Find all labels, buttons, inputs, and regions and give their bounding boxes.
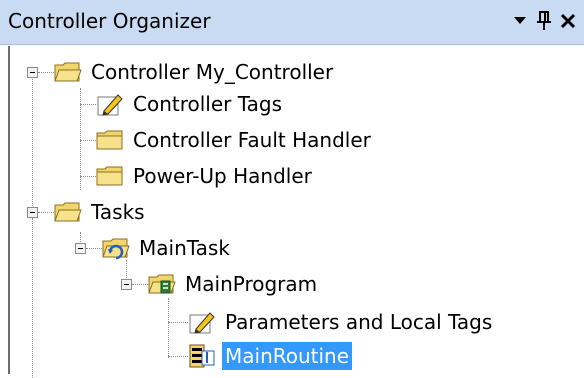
tree-connector <box>168 298 169 358</box>
folder-icon <box>96 166 123 186</box>
open-folder-icon <box>54 202 82 222</box>
tree-connector <box>80 176 96 177</box>
collapse-toggle-maintask[interactable] <box>75 243 86 254</box>
close-button[interactable] <box>556 7 580 35</box>
tree-item-label: MainTask <box>139 236 230 260</box>
dropdown-menu-button[interactable] <box>508 7 532 35</box>
tree-connector <box>132 284 148 285</box>
tree-item-tasks[interactable]: Tasks <box>54 196 148 228</box>
panel-titlebar: Controller Organizer <box>0 0 584 45</box>
tree-item-fault-handler[interactable]: Controller Fault Handler <box>96 124 374 156</box>
organizer-tree: Controller My_Controller Controller Tags… <box>8 46 584 378</box>
tree-item-powerup-handler[interactable]: Power-Up Handler <box>96 160 315 192</box>
tree-connector <box>168 322 188 323</box>
tree-item-mainprogram[interactable]: MainProgram <box>148 268 320 300</box>
tree-connector <box>38 212 54 213</box>
tags-pencil-icon <box>189 312 215 334</box>
controller-organizer-panel: Controller Organizer Controller My_Contr… <box>0 0 584 378</box>
tree-connector <box>38 72 54 73</box>
tree-connector <box>32 218 33 378</box>
program-folder-icon <box>148 274 176 294</box>
tree-connector <box>168 356 188 357</box>
panel-title-controls <box>508 6 580 36</box>
folder-icon <box>96 130 123 150</box>
close-icon <box>560 13 576 29</box>
collapse-toggle-controller[interactable] <box>27 67 38 78</box>
tree-item-label: Controller My_Controller <box>91 60 334 84</box>
pin-button[interactable] <box>532 7 556 35</box>
tags-pencil-icon <box>97 94 123 116</box>
tree-item-label: MainProgram <box>185 272 318 296</box>
tree-item-label: Tasks <box>91 200 145 224</box>
tree-item-label: Controller Tags <box>133 92 283 116</box>
collapse-toggle-tasks[interactable] <box>27 207 38 218</box>
panel-title: Controller Organizer <box>8 9 211 33</box>
tree-item-parameters-local-tags[interactable]: Parameters and Local Tags <box>188 306 495 338</box>
tree-connector <box>86 248 102 249</box>
tree-item-label: Parameters and Local Tags <box>225 310 493 334</box>
tree-connector <box>32 72 33 216</box>
collapse-toggle-mainprogram[interactable] <box>121 279 132 290</box>
task-folder-icon <box>102 238 130 260</box>
chevron-down-icon <box>514 17 526 24</box>
pin-icon <box>537 11 551 30</box>
tree-connector <box>80 140 96 141</box>
tree-item-label: Power-Up Handler <box>133 164 312 188</box>
tree-item-mainroutine[interactable]: MainRoutine <box>188 340 353 372</box>
tree-item-maintask[interactable]: MainTask <box>102 232 233 264</box>
tree-item-label: MainRoutine <box>222 342 353 370</box>
open-folder-icon <box>54 62 82 82</box>
tree-item-controller-tags[interactable]: Controller Tags <box>96 88 285 120</box>
tree-connector <box>80 104 96 105</box>
tree-item-controller[interactable]: Controller My_Controller <box>54 56 336 88</box>
routine-icon <box>189 344 215 368</box>
tree-item-label: Controller Fault Handler <box>133 128 371 152</box>
